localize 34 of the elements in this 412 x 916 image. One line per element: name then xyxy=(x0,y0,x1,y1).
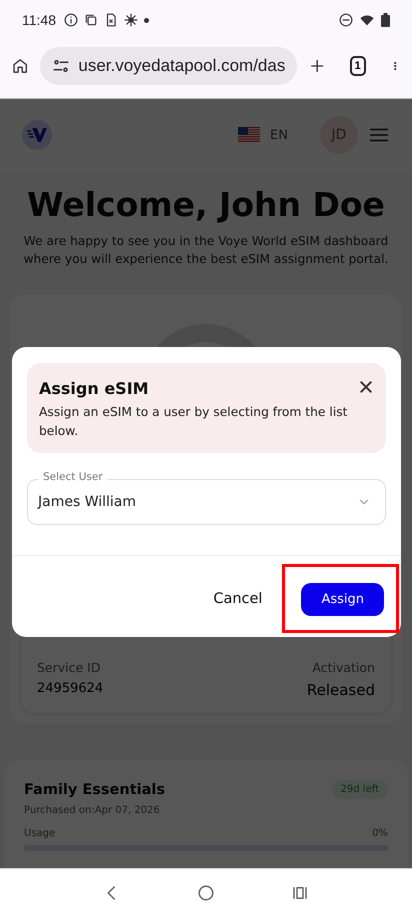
copy-icon xyxy=(84,13,98,27)
field-value: 24959624 xyxy=(37,681,104,696)
url-text: user.voyedatapool.com/das xyxy=(78,56,286,76)
flag-icon xyxy=(238,127,260,143)
close-icon xyxy=(358,379,374,395)
sim-icon xyxy=(104,13,118,27)
welcome-title: Welcome, John Doe xyxy=(27,185,385,224)
close-button[interactable] xyxy=(358,379,374,395)
field-label: Service ID xyxy=(37,660,100,675)
days-left-badge: 29d left xyxy=(332,780,388,799)
plan-title: Family Essentials xyxy=(24,782,165,798)
address-bar[interactable]: user.voyedatapool.com/das xyxy=(40,47,298,85)
do-not-disturb-icon xyxy=(339,13,353,27)
battery-icon xyxy=(381,13,390,27)
dot-icon xyxy=(144,18,149,22)
usage-label: Usage xyxy=(24,828,56,839)
purchase-date: Purchased on:Apr 07, 2026 xyxy=(24,805,161,816)
field-label: Activation xyxy=(312,660,375,675)
cancel-button[interactable]: Cancel xyxy=(209,586,266,610)
site-settings-icon xyxy=(52,57,70,75)
field-value: Released xyxy=(306,681,375,699)
home-circle-icon xyxy=(197,884,215,902)
dialog-description: Assign an eSIM to a user by selecting from the list below. xyxy=(39,404,348,440)
status-time: 11:48 xyxy=(22,12,56,28)
wifi-icon xyxy=(359,13,375,27)
welcome-subtitle: We are happy to see you in the Voye World eSIM dashboard where you will experience the best eSIM assignment portal. xyxy=(22,233,390,268)
info-icon xyxy=(64,13,78,27)
usage-reading: 0% xyxy=(372,828,388,839)
select-value: James William xyxy=(38,494,136,510)
logo-icon[interactable] xyxy=(22,120,52,150)
select-label: Select User xyxy=(39,471,107,483)
assign-button[interactable]: Assign xyxy=(301,583,384,616)
tab-count-button[interactable]: 1 xyxy=(350,56,366,76)
dialog-title: Assign eSIM xyxy=(39,379,150,398)
